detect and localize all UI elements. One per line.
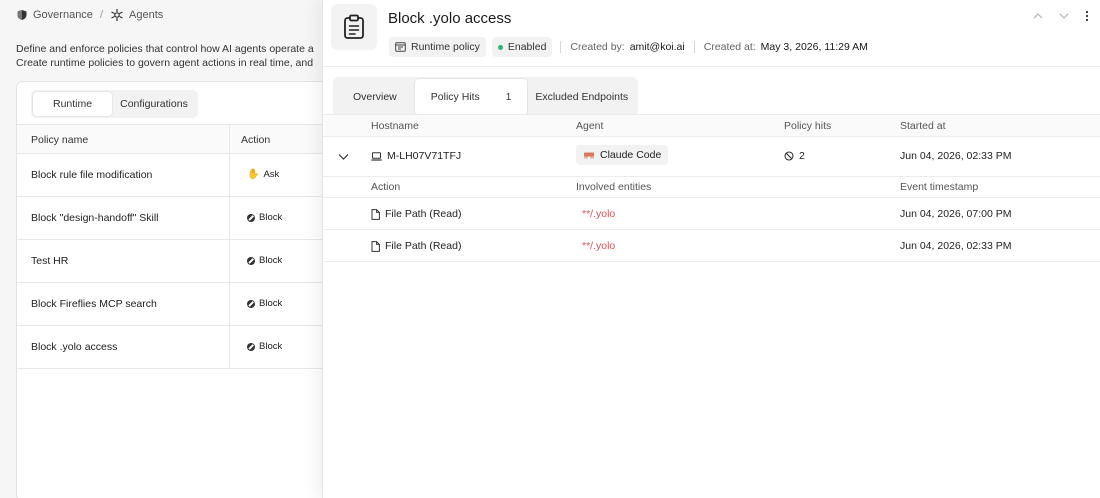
events-header: Action Involved entities Event timestamp — [323, 177, 1100, 198]
breadcrumb-separator: / — [99, 9, 103, 21]
enabled-dot-icon — [497, 44, 503, 50]
created-at-value: May 3, 2026, 11:29 AM — [760, 41, 868, 53]
chevron-up-icon[interactable] — [1032, 11, 1044, 21]
started-at-cell: Jun 04, 2026, 02:33 PM — [900, 150, 1012, 162]
drawer-controls — [1032, 10, 1090, 22]
column-agent[interactable]: Agent — [576, 120, 603, 132]
claude-agent-icon — [584, 152, 594, 159]
policy-detail-drawer: Block .yolo access Runtime policy Enable… — [322, 0, 1100, 498]
block-icon — [247, 299, 255, 308]
policy-action: Block — [247, 212, 282, 223]
breadcrumb-agents: Agents — [129, 9, 164, 21]
shield-icon — [17, 10, 27, 20]
table-row[interactable]: Block Fireflies MCP search Block — [17, 283, 335, 326]
event-timestamp: Jun 04, 2026, 07:00 PM — [900, 208, 1012, 220]
policy-hits-count: 1 — [505, 91, 512, 103]
column-event-action: Action — [371, 181, 401, 193]
policy-action: Block — [247, 298, 282, 309]
tab-policy-hits[interactable]: Policy Hits 1 — [414, 79, 528, 115]
segment-runtime[interactable]: Runtime — [33, 92, 113, 116]
chevron-down-icon[interactable] — [338, 153, 349, 161]
policy-avatar — [331, 4, 377, 50]
created-at-label: Created at: — [703, 41, 756, 53]
more-vertical-icon[interactable] — [1084, 10, 1090, 22]
involved-entity[interactable]: **/.yolo — [582, 240, 615, 252]
table-row[interactable]: Block rule file modification ✋ Ask — [17, 154, 335, 197]
table-row[interactable]: M-LH07V71TFJ Claude Code 2 Jun 04, 2026,… — [323, 137, 1100, 177]
page-description: Define and enforce policies that control… — [16, 43, 314, 69]
table-row[interactable]: Block .yolo access Block — [17, 326, 335, 369]
tab-excluded-endpoints[interactable]: Excluded Endpoints — [527, 79, 636, 115]
agent-cell: Claude Code — [576, 145, 669, 165]
table-row[interactable]: File Path (Read) **/.yolo Jun 04, 2026, … — [323, 198, 1100, 230]
block-icon — [247, 213, 255, 222]
file-icon — [371, 240, 380, 252]
event-timestamp: Jun 04, 2026, 02:33 PM — [900, 240, 1012, 252]
laptop-icon — [371, 151, 382, 161]
policy-name: Test HR — [31, 255, 69, 267]
background-page: Governance / Agents Define and enforce p… — [0, 0, 336, 498]
agents-icon — [111, 9, 123, 21]
involved-entity[interactable]: **/.yolo — [582, 208, 615, 220]
breadcrumb-governance[interactable]: Governance — [33, 9, 93, 21]
policy-action: ✋ Ask — [247, 168, 280, 180]
policy-name: Block Fireflies MCP search — [31, 298, 157, 310]
column-hostname[interactable]: Hostname — [371, 120, 419, 132]
column-involved-entities: Involved entities — [576, 181, 652, 193]
policy-name: Block "design-handoff" Skill — [31, 212, 159, 224]
policy-meta: Runtime policy Enabled Created by: amit@… — [389, 37, 868, 57]
chevron-down-icon[interactable] — [1058, 11, 1070, 21]
policy-name: Block .yolo access — [31, 341, 118, 353]
hostname-cell: M-LH07V71TFJ — [371, 150, 461, 162]
column-policy-hits[interactable]: Policy hits — [784, 120, 831, 132]
hits-table-header: Hostname Agent Policy hits Started at — [323, 114, 1100, 137]
agent-chip: Claude Code — [576, 145, 669, 165]
policy-type-chip: Runtime policy — [389, 37, 486, 57]
policy-action: Block — [247, 255, 282, 266]
ban-icon — [784, 151, 794, 161]
policies-card: Runtime Configurations Policy name Actio… — [16, 81, 336, 498]
status-badge: Enabled — [491, 37, 553, 57]
policy-type-segmented: Runtime Configurations — [31, 90, 198, 118]
table-row[interactable]: Test HR Block — [17, 240, 335, 283]
event-action: File Path (Read) — [371, 208, 461, 220]
policy-name: Block rule file modification — [31, 169, 153, 181]
policy-action: Block — [247, 341, 282, 352]
segment-configurations[interactable]: Configurations — [112, 92, 196, 116]
created-by-value: amit@koi.ai — [629, 41, 685, 53]
block-icon — [247, 342, 255, 351]
table-row[interactable]: File Path (Read) **/.yolo Jun 04, 2026, … — [323, 230, 1100, 262]
breadcrumb: Governance / Agents — [16, 8, 163, 22]
drawer-tabs: Overview Policy Hits 1 Excluded Endpoints — [333, 77, 639, 117]
event-action: File Path (Read) — [371, 240, 461, 252]
block-icon — [247, 256, 255, 265]
drawer-title: Block .yolo access — [388, 10, 512, 27]
created-by-label: Created by: — [570, 41, 625, 53]
policy-hits-cell: 2 — [784, 150, 805, 162]
hand-icon: ✋ — [247, 168, 260, 180]
tab-overview[interactable]: Overview — [335, 79, 415, 115]
policy-table-header: Policy name Action — [17, 124, 335, 154]
policy-type-icon — [395, 42, 406, 52]
clipboard-icon — [344, 14, 364, 39]
column-action[interactable]: Action — [241, 134, 270, 146]
file-icon — [371, 208, 380, 220]
column-policy-name[interactable]: Policy name — [31, 134, 88, 146]
table-row[interactable]: Block "design-handoff" Skill Block — [17, 197, 335, 240]
column-started-at[interactable]: Started at — [900, 120, 946, 132]
column-event-timestamp: Event timestamp — [900, 181, 979, 193]
